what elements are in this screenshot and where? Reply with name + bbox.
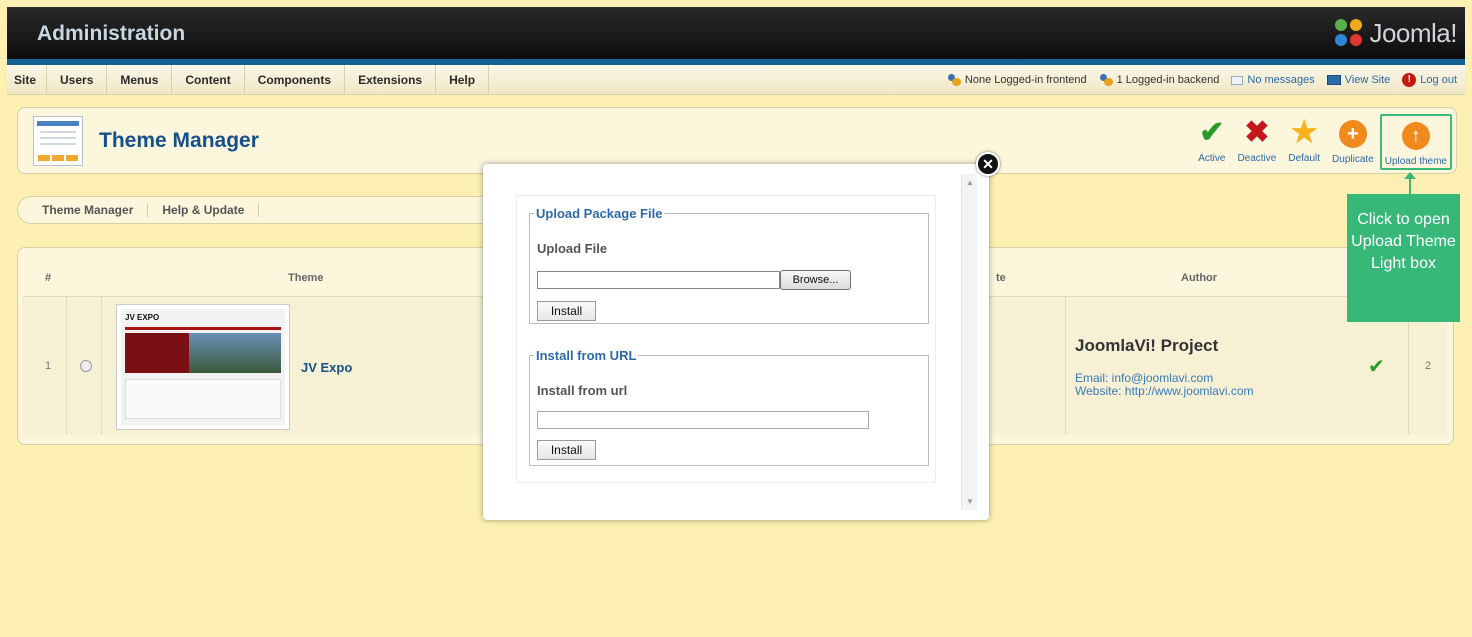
install-url-button[interactable]: Install (537, 440, 596, 460)
browse-button[interactable]: Browse... (780, 270, 851, 290)
install-url-label: Install from url (537, 383, 628, 398)
upload-package-fieldset: Upload Package File Upload File Browse..… (529, 206, 929, 324)
scroll-down-icon[interactable]: ▼ (966, 497, 974, 506)
close-icon[interactable]: ✕ (976, 152, 1000, 176)
upload-package-legend: Upload Package File (536, 206, 663, 221)
scroll-up-icon[interactable]: ▲ (966, 178, 974, 187)
upload-file-label: Upload File (537, 241, 608, 256)
upload-lightbox: ▲ ▼ Upload Package File Upload File Brow… (483, 164, 989, 520)
file-path-input[interactable] (537, 271, 780, 289)
install-url-fieldset: Install from URL Install from url Instal… (529, 348, 929, 466)
install-url-legend: Install from URL (536, 348, 637, 363)
url-input[interactable] (537, 411, 869, 429)
install-package-button[interactable]: Install (537, 301, 596, 321)
modal-content: Upload Package File Upload File Browse..… (516, 195, 936, 483)
modal-scrollbar[interactable]: ▲ ▼ (961, 174, 977, 510)
